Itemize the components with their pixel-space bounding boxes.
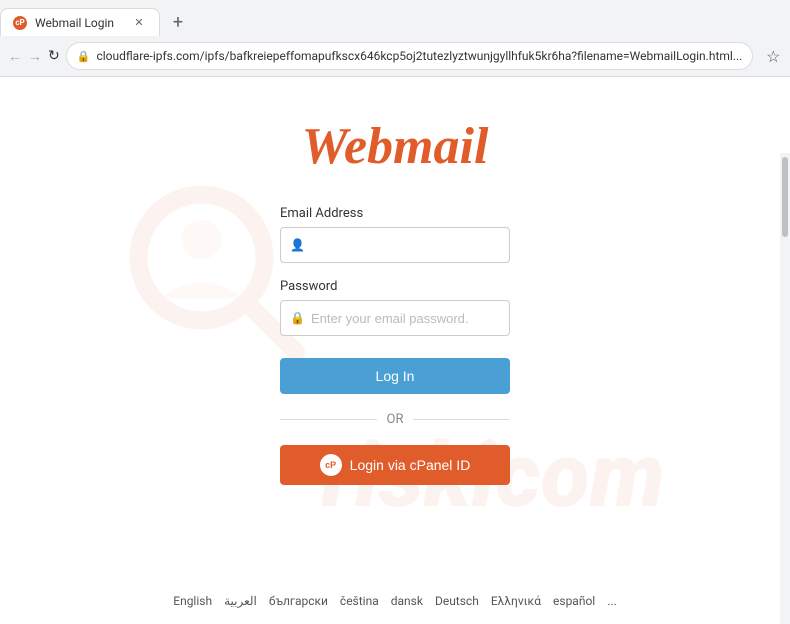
language-bar: English العربية български čeština dansk Deuts…: [0, 594, 790, 608]
secure-icon: 🔒: [77, 50, 91, 63]
cpanel-login-button[interactable]: cP Login via cPanel ID: [280, 445, 510, 485]
cpanel-logo-icon: cP: [320, 454, 342, 476]
address-text: cloudflare-ipfs.com/ipfs/bafkreiepeffoma…: [96, 49, 742, 63]
language-item[interactable]: български: [269, 594, 328, 608]
password-label: Password: [280, 279, 510, 294]
address-bar[interactable]: 🔒 cloudflare-ipfs.com/ipfs/bafkreiepeffo…: [66, 42, 754, 70]
password-form-group: Password 🔒: [280, 279, 510, 336]
lock-icon: 🔒: [290, 311, 305, 325]
new-tab-button[interactable]: +: [164, 8, 192, 36]
password-input[interactable]: [280, 300, 510, 336]
language-item[interactable]: ...: [607, 594, 617, 608]
language-item[interactable]: Ελληνικά: [491, 594, 541, 608]
or-divider: OR: [280, 412, 510, 427]
tab-bar: cP Webmail Login ✕ +: [0, 0, 790, 36]
language-item[interactable]: čeština: [340, 594, 379, 608]
language-item[interactable]: العربية: [224, 594, 257, 608]
language-item[interactable]: Deutsch: [435, 594, 479, 608]
browser-chrome: cP Webmail Login ✕ + ← → ↻ 🔒 cloudflare-…: [0, 0, 790, 77]
language-item[interactable]: dansk: [391, 594, 423, 608]
active-tab[interactable]: cP Webmail Login ✕: [0, 8, 160, 36]
or-line-right: [413, 419, 510, 420]
or-text: OR: [387, 412, 404, 427]
cpanel-button-text: Login via cPanel ID: [350, 457, 471, 473]
webmail-logo: Webmail: [302, 117, 489, 176]
page-content: riskicom Webmail Email Address 👤 Passwor…: [0, 77, 790, 624]
password-input-wrapper: 🔒: [280, 300, 510, 336]
forward-button[interactable]: →: [28, 42, 42, 70]
email-input[interactable]: [280, 227, 510, 263]
or-line-left: [280, 419, 377, 420]
user-icon: 👤: [290, 238, 305, 252]
toolbar: ← → ↻ 🔒 cloudflare-ipfs.com/ipfs/bafkrei…: [0, 36, 790, 76]
tab-close-button[interactable]: ✕: [131, 15, 147, 31]
language-item[interactable]: español: [553, 594, 595, 608]
email-label: Email Address: [280, 206, 510, 221]
email-form-group: Email Address 👤: [280, 206, 510, 263]
email-input-wrapper: 👤: [280, 227, 510, 263]
tab-favicon: cP: [13, 16, 27, 30]
reload-button[interactable]: ↻: [48, 42, 60, 70]
tab-title: Webmail Login: [35, 16, 123, 30]
bookmark-button[interactable]: ☆: [759, 42, 787, 70]
login-container: Webmail Email Address 👤 Password 🔒 Log I…: [0, 77, 790, 485]
login-button[interactable]: Log In: [280, 358, 510, 394]
back-button[interactable]: ←: [8, 42, 22, 70]
language-item[interactable]: English: [173, 594, 212, 608]
